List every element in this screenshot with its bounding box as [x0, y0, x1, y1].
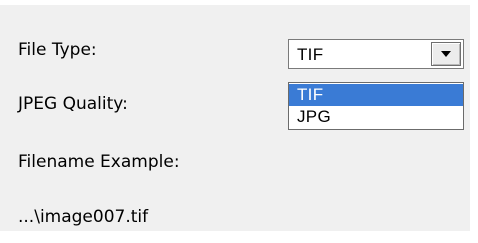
file-type-dropdown-list: TIF JPG [288, 82, 464, 130]
file-type-label: File Type: [18, 40, 97, 60]
filename-example-label: Filename Example: [18, 152, 180, 172]
top-edge [0, 0, 478, 5]
bottom-edge [0, 231, 478, 243]
chevron-down-icon [441, 51, 451, 57]
file-type-dropdown-button[interactable] [431, 42, 461, 66]
filename-example-value: ...\image007.tif [18, 207, 149, 227]
right-edge [470, 0, 478, 243]
file-type-select[interactable]: TIF [288, 39, 464, 69]
file-type-option-tif[interactable]: TIF [289, 84, 463, 106]
jpeg-quality-label: JPEG Quality: [18, 94, 128, 114]
file-type-option-jpg[interactable]: JPG [289, 106, 463, 128]
file-type-select-value: TIF [297, 45, 324, 64]
